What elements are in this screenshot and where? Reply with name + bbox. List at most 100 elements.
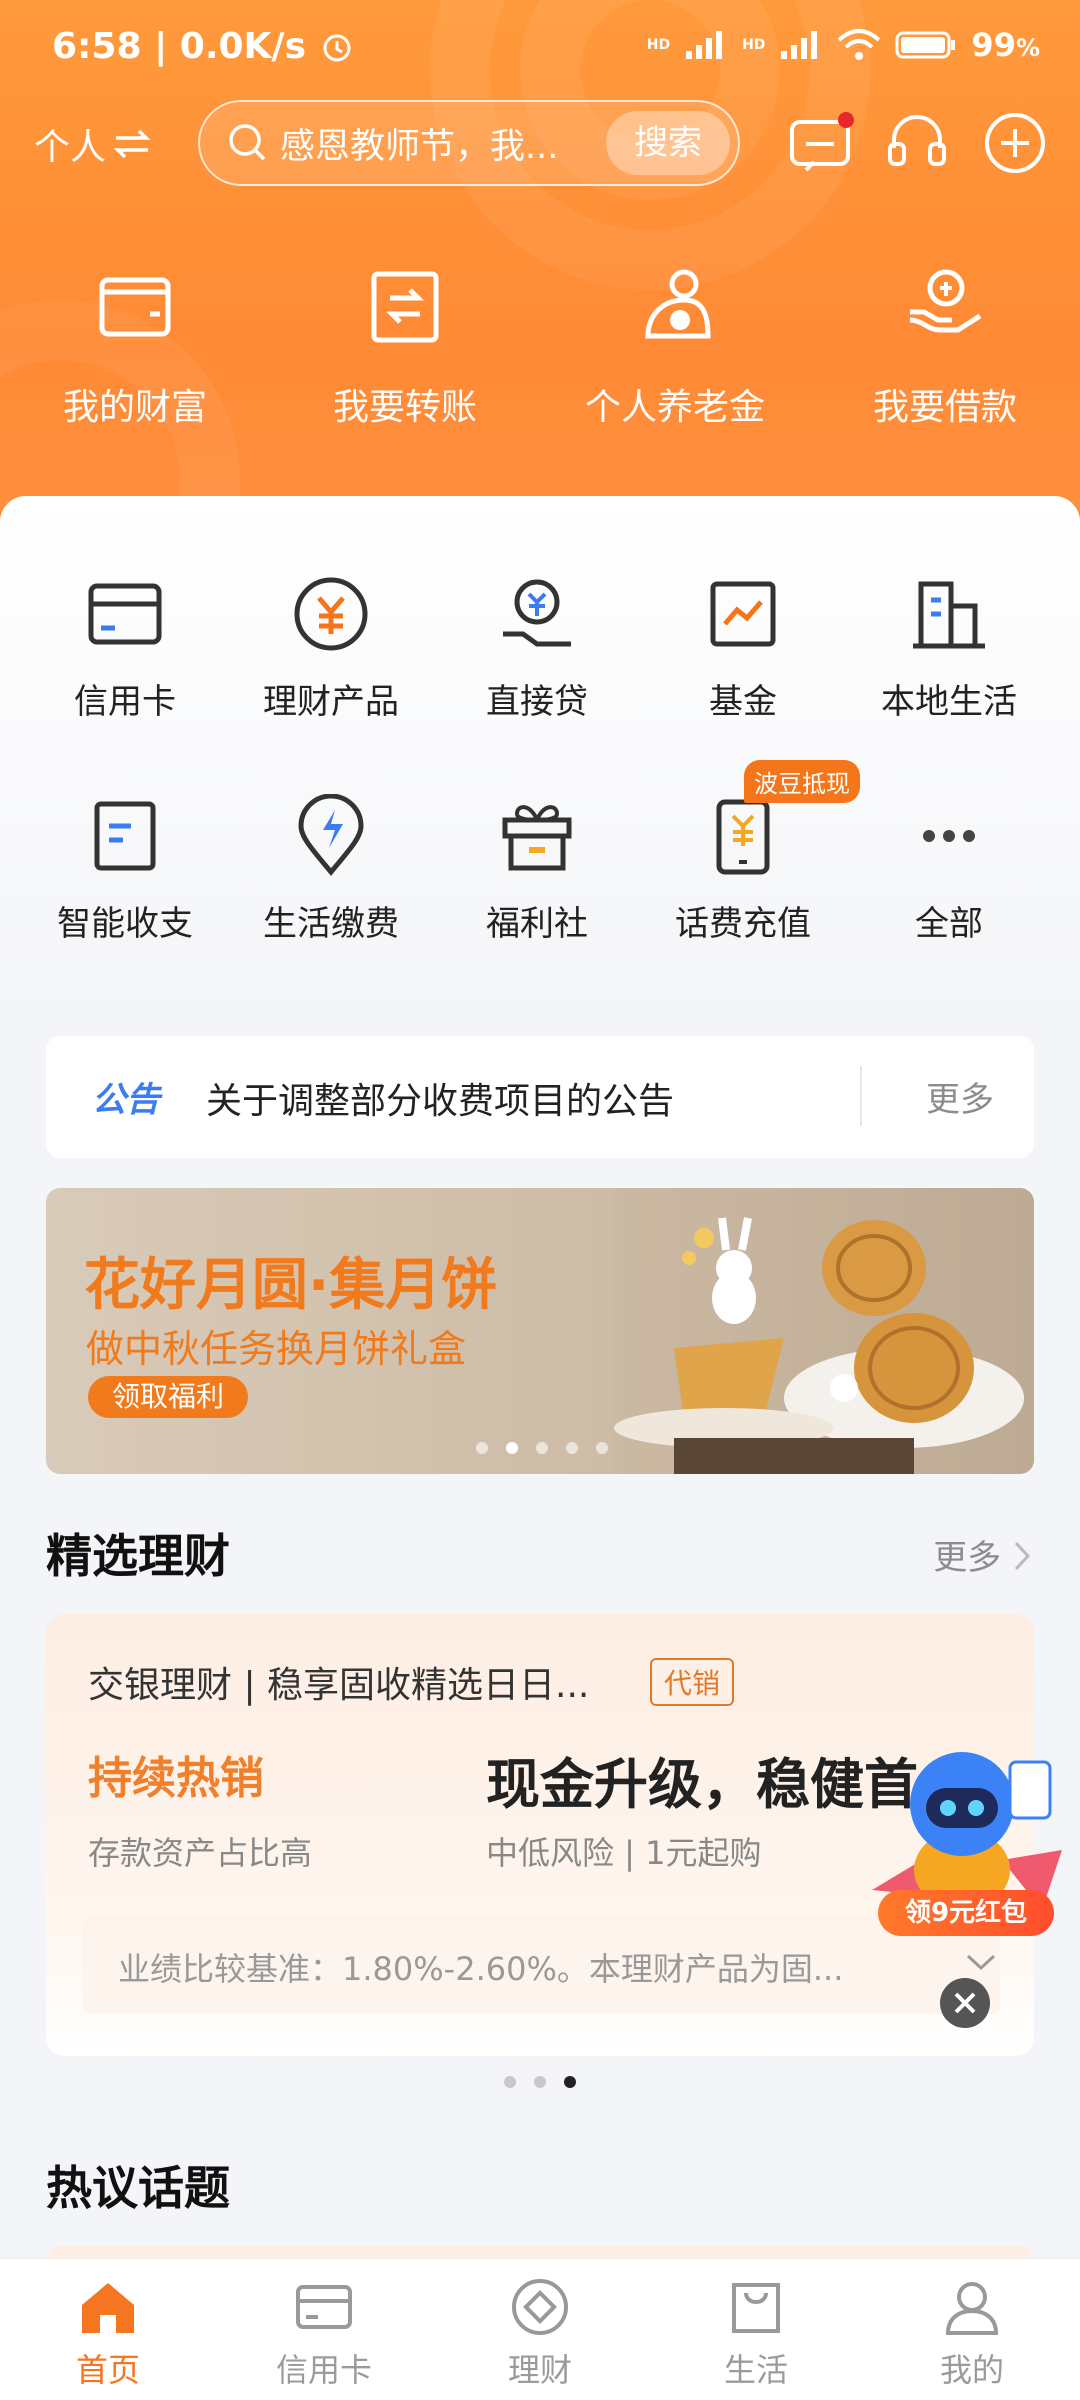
direct-loan-icon — [503, 579, 571, 647]
tab-credit-card[interactable]: 信用卡 — [216, 2259, 432, 2400]
banner-title: 花好月圆·集月饼 — [84, 1253, 498, 1318]
mooncake-illustration — [614, 1188, 1034, 1474]
services-row-1: 信用卡 理财产品 直接贷 基金 本地生活 — [0, 572, 1080, 723]
status-time: 6:58 | 0.0K/s — [52, 26, 355, 67]
page-dot — [596, 1442, 608, 1454]
quick-transfer[interactable]: 我要转账 — [270, 262, 540, 430]
page-dot — [476, 1442, 488, 1454]
hd-label-2: HD — [742, 37, 766, 53]
floating-red-packet-promo[interactable]: 领9元红包 — [852, 1740, 1080, 1940]
finance-section-title: 精选理财 — [46, 1529, 230, 1583]
service-utilities[interactable]: 生活缴费 — [228, 794, 434, 945]
product-hot-label: 持续热销 — [88, 1753, 264, 1804]
phone-yuan-icon — [716, 799, 770, 875]
message-icon[interactable] — [786, 108, 856, 178]
service-local-life[interactable]: 本地生活 — [846, 572, 1052, 723]
service-label: 福利社 — [486, 904, 588, 944]
service-label: 话费充值 — [675, 904, 811, 944]
benchmark-text: 业绩比较基准：1.80%-2.60%。本理财产品为固... — [118, 1950, 844, 1988]
top-bar: 个人 感恩教师节，我... 搜索 — [0, 98, 1080, 190]
tab-life[interactable]: 生活 — [648, 2259, 864, 2400]
quick-borrow[interactable]: 我要借款 — [810, 262, 1080, 430]
promo-badge: 波豆抵现 — [744, 760, 860, 803]
search-button[interactable]: 搜索 — [606, 111, 730, 175]
quick-label: 我要借款 — [872, 387, 1017, 428]
user-icon — [945, 2282, 999, 2335]
finance-more-label: 更多 — [933, 1538, 1002, 1578]
service-direct-loan[interactable]: 直接贷 — [434, 572, 640, 723]
notice-more-link[interactable]: 更多 — [926, 1072, 994, 1121]
hot-topics-title: 热议话题 — [46, 2161, 230, 2215]
product-risk: 中低风险 | 1元起购 — [486, 1834, 762, 1872]
loan-hand-icon — [909, 269, 982, 333]
tab-label: 生活 — [723, 2351, 788, 2389]
home-icon — [82, 2283, 134, 2333]
tab-label: 理财 — [507, 2351, 572, 2389]
product-hot-sub: 存款资产占比高 — [88, 1834, 313, 1872]
notice-tag: 公告 — [92, 1080, 160, 1120]
quick-actions: 我的财富 我要转账 个人养老金 我要借款 — [0, 262, 1080, 430]
tab-label: 信用卡 — [275, 2351, 372, 2389]
service-label: 智能收支 — [57, 904, 193, 944]
pension-icon — [645, 269, 711, 339]
search-bar[interactable]: 感恩教师节，我... 搜索 — [198, 100, 740, 186]
tab-label: 我的 — [939, 2351, 1004, 2389]
battery-level: 99 — [971, 26, 1016, 64]
quick-label: 个人养老金 — [584, 387, 765, 428]
chevron-right-icon — [1014, 1541, 1031, 1571]
chevron-down-icon[interactable] — [964, 1952, 998, 1972]
product-tag: 代销 — [650, 1658, 735, 1706]
service-label: 本地生活 — [881, 682, 1017, 722]
tab-home[interactable]: 首页 — [0, 2259, 216, 2400]
service-wealth-products[interactable]: 理财产品 — [228, 572, 434, 723]
tab-mine[interactable]: 我的 — [864, 2259, 1080, 2400]
shopping-bag-icon — [732, 2283, 780, 2333]
banner-subtitle: 做中秋任务换月饼礼盒 — [86, 1327, 467, 1371]
service-label: 信用卡 — [74, 682, 176, 722]
quick-my-wealth[interactable]: 我的财富 — [0, 262, 270, 430]
product-name: 交银理财 | 稳享固收精选日日... — [88, 1665, 590, 1706]
transfer-icon — [371, 271, 439, 343]
signal-icon — [686, 31, 723, 59]
signal-icon-2 — [781, 31, 818, 59]
banner-claim-button[interactable]: 领取福利 — [88, 1376, 249, 1418]
finance-more-link[interactable]: 更多 — [933, 1530, 1034, 1579]
service-smart-budget[interactable]: 智能收支 — [22, 794, 228, 945]
services-row-2: 智能收支 生活缴费 福利社 波豆抵现 话费充值 全部 — [0, 760, 1080, 945]
battery-unit: % — [1015, 34, 1040, 62]
customer-service-icon[interactable] — [882, 108, 952, 178]
gift-icon — [502, 805, 572, 871]
page-dot-active — [564, 2076, 576, 2088]
clock-text: 6:58 — [52, 26, 142, 67]
switch-arrows-icon — [113, 129, 151, 159]
service-phone-topup[interactable]: 波豆抵现 话费充值 — [640, 760, 860, 945]
page-dot — [536, 1442, 548, 1454]
close-icon — [954, 1992, 976, 2014]
promo-banner[interactable]: 花好月圆·集月饼 做中秋任务换月饼礼盒 领取福利 — [46, 1188, 1034, 1474]
page-dot-active — [506, 1442, 518, 1454]
account-switch-label: 个人 — [34, 127, 107, 168]
service-label: 全部 — [915, 904, 983, 944]
promo-label-pill: 领9元红包 — [878, 1890, 1054, 1936]
tab-finance[interactable]: 理财 — [432, 2259, 648, 2400]
network-speed: 0.0K/s — [179, 26, 307, 67]
service-label: 基金 — [709, 682, 777, 722]
notice-text[interactable]: 关于调整部分收费项目的公告 — [206, 1072, 674, 1124]
notice-bar[interactable]: 公告 关于调整部分收费项目的公告 更多 — [46, 1036, 1034, 1158]
search-input[interactable]: 感恩教师节，我... — [280, 118, 580, 169]
service-welfare[interactable]: 福利社 — [434, 794, 640, 945]
credit-card-tab-icon — [296, 2285, 352, 2329]
quick-pension[interactable]: 个人养老金 — [540, 262, 810, 430]
add-icon[interactable] — [980, 108, 1050, 178]
service-credit-card[interactable]: 信用卡 — [22, 572, 228, 723]
bolt-pin-icon — [298, 794, 364, 876]
service-all[interactable]: 全部 — [846, 794, 1052, 945]
service-label: 理财产品 — [263, 682, 399, 722]
account-switch[interactable]: 个人 — [34, 118, 152, 170]
service-fund[interactable]: 基金 — [640, 572, 846, 723]
page-dot — [534, 2076, 546, 2088]
finance-pagination — [504, 2076, 576, 2088]
document-icon — [94, 801, 156, 871]
close-promo-button[interactable] — [940, 1978, 990, 2028]
more-dots-icon — [923, 830, 975, 842]
